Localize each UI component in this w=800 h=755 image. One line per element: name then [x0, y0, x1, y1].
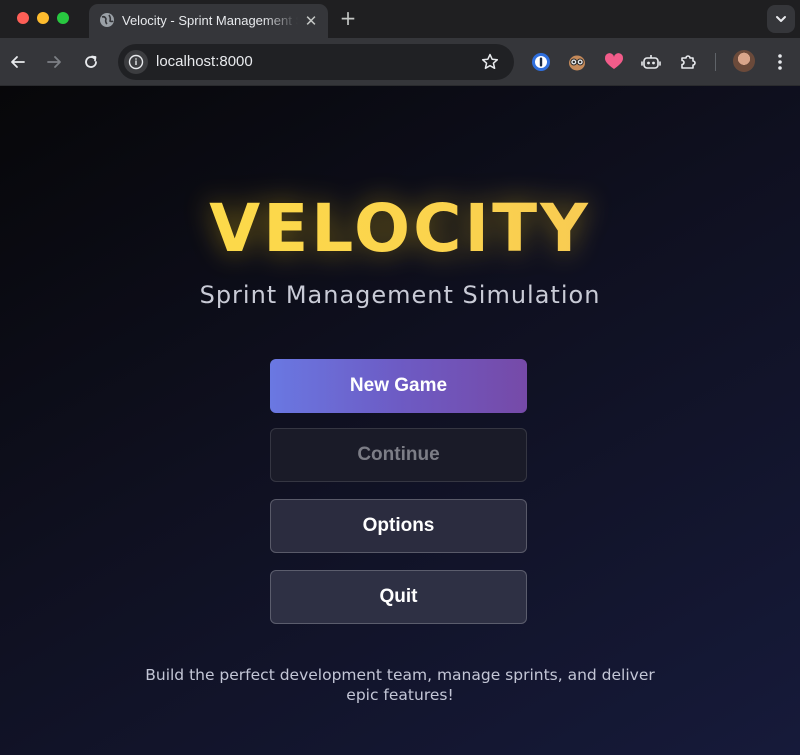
continue-button[interactable]: Continue	[270, 428, 527, 482]
reload-icon[interactable]	[81, 52, 101, 72]
info-icon[interactable]	[124, 50, 148, 74]
minimize-window-button[interactable]	[37, 12, 49, 24]
star-icon[interactable]	[480, 52, 500, 72]
new-tab-button[interactable]: +	[337, 7, 359, 29]
game-title: VELOCITY	[0, 189, 800, 269]
chevron-down-icon	[776, 16, 786, 22]
toolbar-divider	[715, 53, 716, 71]
tagline: Build the perfect development team, mana…	[145, 666, 655, 704]
puzzle-icon[interactable]	[677, 51, 699, 73]
new-game-button[interactable]: New Game	[270, 359, 527, 413]
robot-extension-icon[interactable]	[640, 51, 662, 73]
options-button[interactable]: Options	[270, 499, 527, 553]
password-manager-icon[interactable]	[530, 51, 552, 73]
game-main-menu: VELOCITY Sprint Management Simulation Ne…	[0, 86, 800, 755]
forward-arrow-icon[interactable]	[44, 52, 64, 72]
active-tab[interactable]: Velocity - Sprint Management Simulation …	[89, 4, 328, 38]
tab-title: Velocity - Sprint Management Simulation	[122, 13, 298, 28]
more-vertical-icon[interactable]	[771, 51, 789, 73]
close-icon[interactable]: ✕	[302, 12, 320, 30]
browser-toolbar: localhost:8000	[0, 38, 800, 86]
owl-extension-icon[interactable]	[566, 51, 588, 73]
quit-button[interactable]: Quit	[270, 570, 527, 624]
tab-search-button[interactable]	[767, 5, 795, 33]
heart-extension-icon[interactable]	[603, 51, 625, 73]
globe-icon	[99, 12, 115, 28]
profile-avatar[interactable]	[733, 50, 755, 72]
maximize-window-button[interactable]	[57, 12, 69, 24]
browser-tab-bar: Velocity - Sprint Management Simulation …	[0, 0, 800, 38]
back-arrow-icon[interactable]	[8, 52, 28, 72]
url-text: localhost:8000	[156, 53, 253, 70]
close-window-button[interactable]	[17, 12, 29, 24]
game-subtitle: Sprint Management Simulation	[199, 281, 601, 309]
address-bar[interactable]: localhost:8000	[118, 44, 514, 80]
